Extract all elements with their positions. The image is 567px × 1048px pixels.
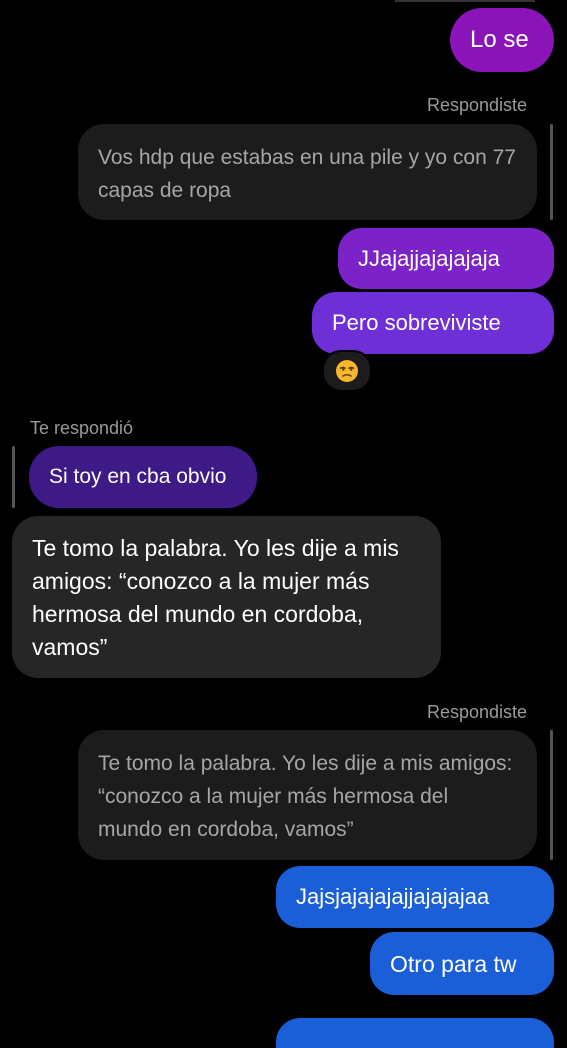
reaction-badge[interactable] [322,350,372,392]
message-bubble-outgoing-partial[interactable] [276,1018,554,1048]
message-text: Lo se [470,26,529,53]
quoted-text: Vos hdp que estabas en una pile y yo con… [98,146,516,202]
message-text: Si toy en cba obvio [49,465,227,488]
message-text: Te tomo la palabra. Yo les dije a mis am… [32,535,399,660]
reply-label: Respondiste [427,95,528,115]
message-text: Otro para tw [390,950,517,977]
quoted-reply-bubble[interactable]: Vos hdp que estabas en una pile y yo con… [78,124,537,220]
reply-indicator-bar [550,730,553,860]
message-text: Jajsjajajajajjajajajaa [296,884,490,909]
quoted-text: Te tomo la palabra. Yo les dije a mis am… [98,752,513,841]
reply-label: Te respondió [30,418,134,438]
message-bubble-outgoing[interactable]: Pero sobreviviste [312,292,554,354]
message-text: JJajajjajajajaja [358,245,500,271]
reply-label: Respondiste [427,702,528,722]
message-bubble-outgoing[interactable]: JJajajjajajajaja [338,228,554,289]
reply-indicator-bar [12,446,15,508]
message-text: Pero sobreviviste [332,310,501,335]
message-bubble-outgoing[interactable]: Lo se [450,8,554,72]
message-bubble-outgoing[interactable]: Otro para tw [370,932,554,995]
message-bubble-outgoing[interactable]: Jajsjajajajajjajajajaa [276,866,554,928]
message-bubble-incoming[interactable]: Te tomo la palabra. Yo les dije a mis am… [12,516,441,678]
unamused-face-icon [336,360,358,382]
divider [395,0,535,2]
message-bubble-replied[interactable]: Si toy en cba obvio [29,446,257,508]
reply-indicator-bar [550,124,553,220]
quoted-reply-bubble[interactable]: Te tomo la palabra. Yo les dije a mis am… [78,730,537,860]
chat-thread: Lo se Respondiste Vos hdp que estabas en… [0,0,567,1048]
